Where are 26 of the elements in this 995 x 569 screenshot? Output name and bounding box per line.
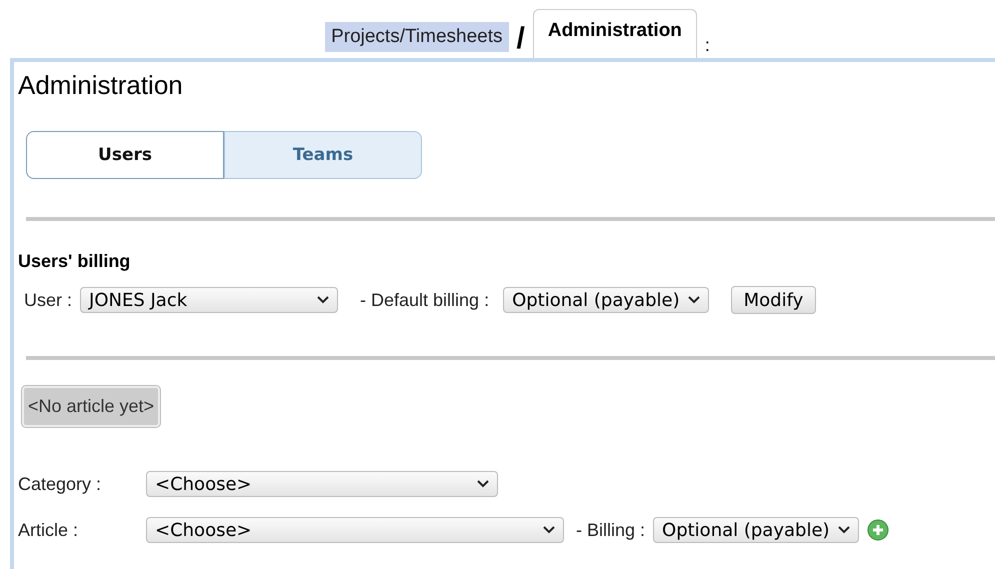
article-label: Article : xyxy=(18,520,80,540)
breadcrumb-link[interactable]: Projects/Timesheets xyxy=(325,22,508,52)
tab[interactable]: Users xyxy=(26,131,224,179)
default-billing-dropdown[interactable]: Optional (payable) xyxy=(503,287,709,313)
caret-icon xyxy=(688,296,700,304)
default-billing-label: - Default billing : xyxy=(360,290,490,310)
category-dropdown[interactable]: <Choose> xyxy=(146,471,498,497)
article-dropdown[interactable]: <Choose> xyxy=(146,517,564,543)
breadcrumb-suffix: : xyxy=(704,35,710,56)
category-label: Category : xyxy=(18,474,102,494)
breadcrumb-separator: / xyxy=(516,22,525,56)
page-heading: Administration xyxy=(18,69,184,101)
billing-dropdown[interactable]: Optional (payable) xyxy=(653,517,859,543)
caret-icon xyxy=(543,526,555,534)
add-icon[interactable] xyxy=(866,519,889,541)
tab[interactable]: Teams xyxy=(224,131,422,179)
section-title: Users' billing xyxy=(18,251,132,272)
caret-icon xyxy=(477,480,489,488)
modify-button[interactable]: Modify xyxy=(730,286,816,314)
no-article-badge: <No article yet> xyxy=(22,386,160,427)
caret-icon xyxy=(317,296,330,304)
user-label: User : xyxy=(24,290,72,310)
caret-icon xyxy=(838,526,850,534)
user-dropdown[interactable]: JONES Jack xyxy=(80,287,338,313)
breadcrumb-tab[interactable]: Administration xyxy=(532,9,697,58)
billing-label: - Billing : xyxy=(576,520,646,540)
